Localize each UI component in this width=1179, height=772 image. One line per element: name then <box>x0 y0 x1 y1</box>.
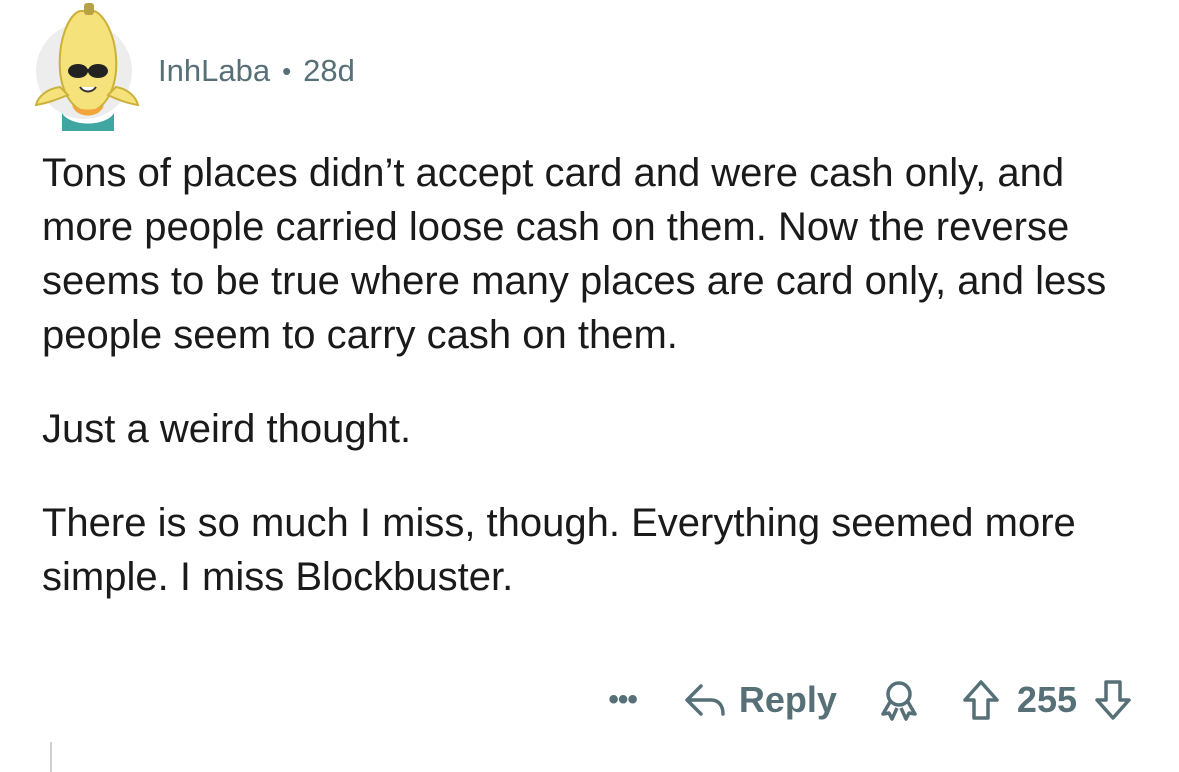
meta-separator: • <box>282 55 292 86</box>
comment-paragraph: There is so much I miss, though. Everyth… <box>42 501 1076 599</box>
comment-meta: InhLaba • 28d <box>158 53 355 89</box>
downvote-arrow-icon <box>1095 680 1131 720</box>
vote-score: 255 <box>1016 679 1077 720</box>
more-options-button[interactable]: ••• <box>608 683 637 717</box>
upvote-arrow-icon <box>963 680 999 720</box>
banana-snoo-avatar-icon <box>34 3 140 131</box>
comment-body: Tons of places didn’t accept card and we… <box>42 146 1142 644</box>
award-icon <box>881 681 917 721</box>
comment-paragraph: Tons of places didn’t accept card and we… <box>42 151 1107 357</box>
username-link[interactable]: InhLaba <box>158 53 270 89</box>
downvote-button[interactable] <box>1093 678 1133 722</box>
thread-line[interactable] <box>50 742 52 772</box>
reply-button[interactable]: Reply <box>683 679 837 721</box>
comment-paragraph: Just a weird thought. <box>42 407 412 451</box>
reply-arrow-icon <box>685 684 725 716</box>
reply-label: Reply <box>738 679 837 720</box>
vote-controls: 255 <box>961 678 1133 722</box>
comment-age: 28d <box>303 53 355 88</box>
user-avatar[interactable] <box>34 3 140 131</box>
comment-actions: ••• Reply 255 <box>608 672 1133 728</box>
comment-header: InhLaba • 28d <box>34 3 355 136</box>
upvote-button[interactable] <box>961 678 1001 722</box>
award-button[interactable] <box>877 678 921 722</box>
